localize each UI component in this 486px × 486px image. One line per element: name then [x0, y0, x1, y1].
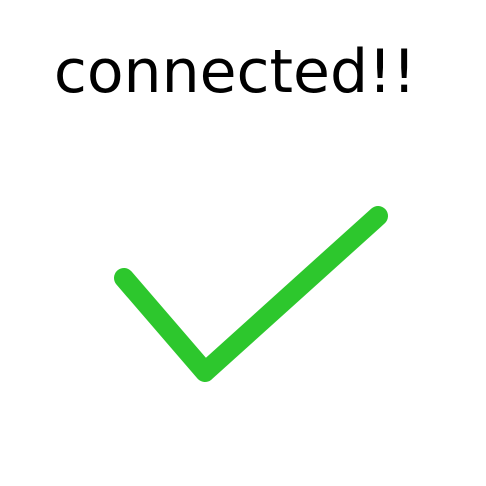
check-icon [0, 0, 486, 486]
connection-status-screen: connected!! [0, 0, 486, 486]
check-mark-stroke [114, 206, 388, 382]
check-icon-svg [114, 206, 388, 382]
